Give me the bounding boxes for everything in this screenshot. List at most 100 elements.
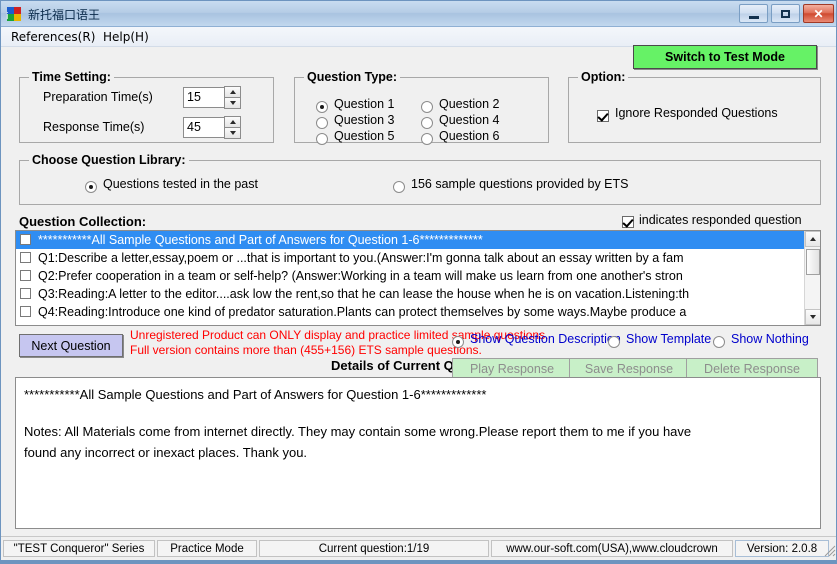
radio-question-4[interactable] — [421, 117, 433, 129]
response-time-down-button[interactable] — [224, 127, 241, 139]
save-response-button[interactable]: Save Response — [569, 358, 689, 379]
menu-bar: References(R) Help(H) — [1, 27, 836, 47]
radio-question-1[interactable] — [316, 101, 328, 113]
next-question-button[interactable]: Next Question — [19, 334, 123, 357]
list-item-checkbox[interactable] — [20, 288, 31, 299]
radio-show-question-description-label: Show Question Description — [470, 332, 621, 346]
maximize-icon — [772, 5, 799, 22]
list-item-checkbox[interactable] — [20, 270, 31, 281]
list-item-text: Q1:Describe a letter,essay,poem or ...th… — [38, 251, 684, 265]
radio-question-4-label: Question 4 — [439, 113, 500, 127]
svg-text:i: i — [6, 12, 9, 22]
status-current-question: Current question:1/19 — [259, 540, 489, 557]
time-setting-legend: Time Setting: — [29, 70, 114, 84]
list-item[interactable]: Q2:Prefer cooperation in a team or self-… — [16, 267, 820, 285]
resize-grip-icon[interactable] — [824, 545, 836, 557]
delete-response-button[interactable]: Delete Response — [686, 358, 818, 379]
radio-show-template[interactable] — [608, 336, 620, 348]
question-collection-listbox[interactable]: ***********All Sample Questions and Part… — [15, 230, 821, 326]
details-body-line-1: Notes: All Materials come from internet … — [24, 424, 692, 439]
radio-question-6-label: Question 6 — [439, 129, 500, 143]
window-title: 新托福口语王 — [28, 8, 101, 22]
switch-to-test-mode-button[interactable]: Switch to Test Mode — [633, 45, 817, 69]
radio-library-ets[interactable] — [393, 181, 405, 193]
window-bottom-border — [1, 560, 836, 563]
radio-library-past[interactable] — [85, 181, 97, 193]
listbox-scrollbar[interactable] — [804, 231, 820, 325]
menu-item-help[interactable]: Help(H) — [97, 29, 155, 45]
title-bar: i 新托福口语王 ✕ — [1, 1, 836, 27]
ignore-responded-label: Ignore Responded Questions — [615, 106, 778, 120]
preparation-time-label: Preparation Time(s) — [43, 90, 153, 104]
close-button[interactable]: ✕ — [803, 4, 834, 23]
response-time-input[interactable]: 45 — [183, 117, 225, 138]
list-item[interactable]: ***********All Sample Questions and Part… — [16, 231, 820, 249]
list-item-checkbox[interactable] — [20, 252, 31, 263]
question-type-legend: Question Type: — [304, 70, 401, 84]
radio-question-3-label: Question 3 — [334, 113, 395, 127]
radio-question-5[interactable] — [316, 133, 328, 145]
minimize-icon — [740, 5, 767, 22]
details-body-line-2: found any incorrect or inexact places. T… — [24, 445, 308, 460]
play-response-button[interactable]: Play Response — [452, 358, 572, 379]
radio-question-2-label: Question 2 — [439, 97, 500, 111]
scroll-up-icon — [810, 237, 816, 241]
chevron-down-icon — [229, 101, 236, 105]
question-library-legend: Choose Question Library: — [29, 153, 189, 167]
window-controls: ✕ — [739, 4, 834, 23]
radio-show-nothing-label: Show Nothing — [731, 332, 809, 346]
details-spacer — [24, 405, 812, 421]
responded-indicator-label: indicates responded question — [639, 213, 802, 227]
responded-indicator-checkbox — [622, 216, 634, 228]
chevron-down-icon — [229, 131, 236, 135]
radio-question-1-label: Question 1 — [334, 97, 395, 111]
details-text-pane[interactable]: ***********All Sample Questions and Part… — [15, 377, 821, 529]
list-item-text: Q2:Prefer cooperation in a team or self-… — [38, 269, 683, 283]
status-series: "TEST Conqueror" Series — [3, 540, 155, 557]
maximize-button[interactable] — [771, 4, 800, 23]
preparation-time-stepper[interactable] — [224, 86, 241, 109]
response-time-stepper[interactable] — [224, 116, 241, 139]
scroll-up-button[interactable] — [805, 231, 820, 247]
option-legend: Option: — [578, 70, 629, 84]
list-item-text: Q3:Reading:A letter to the editor....ask… — [38, 287, 690, 301]
response-time-value: 45 — [187, 120, 201, 134]
list-item-text: Q4:Reading:Introduce one kind of predato… — [38, 305, 687, 319]
radio-question-6[interactable] — [421, 133, 433, 145]
scrollbar-thumb[interactable] — [806, 249, 820, 275]
preparation-time-value: 15 — [187, 90, 201, 104]
radio-show-nothing[interactable] — [713, 336, 725, 348]
application-window: i 新托福口语王 ✕ References(R) Help(H) Switch … — [0, 0, 837, 564]
app-icon: i — [6, 6, 22, 22]
radio-show-question-description[interactable] — [452, 336, 464, 348]
warning-line-2: Full version contains more than (455+156… — [130, 343, 482, 357]
list-item-checkbox[interactable] — [20, 306, 31, 317]
details-heading: ***********All Sample Questions and Part… — [24, 387, 487, 402]
status-website: www.our-soft.com(USA),www.cloudcrown — [491, 540, 733, 557]
menu-item-references[interactable]: References(R) — [5, 29, 101, 45]
radio-question-3[interactable] — [316, 117, 328, 129]
client-area: Switch to Test Mode Time Setting: Prepar… — [1, 45, 836, 536]
close-icon: ✕ — [813, 6, 824, 21]
question-collection-title: Question Collection: — [19, 214, 147, 229]
ignore-responded-checkbox[interactable] — [597, 110, 609, 122]
chevron-up-icon — [229, 120, 236, 124]
minimize-button[interactable] — [739, 4, 768, 23]
status-version: Version: 2.0.8 — [735, 540, 829, 557]
preparation-time-down-button[interactable] — [224, 97, 241, 109]
status-mode: Practice Mode — [157, 540, 257, 557]
chevron-up-icon — [229, 90, 236, 94]
list-item-text: ***********All Sample Questions and Part… — [38, 233, 483, 247]
list-item[interactable]: Q4:Reading:Introduce one kind of predato… — [16, 303, 820, 321]
response-time-label: Response Time(s) — [43, 120, 145, 134]
scroll-down-icon — [810, 315, 816, 319]
list-item-checkbox[interactable] — [20, 234, 31, 245]
scroll-down-button[interactable] — [805, 309, 820, 325]
preparation-time-input[interactable]: 15 — [183, 87, 225, 108]
radio-question-2[interactable] — [421, 101, 433, 113]
radio-question-5-label: Question 5 — [334, 129, 395, 143]
radio-library-past-label: Questions tested in the past — [103, 177, 258, 191]
list-item[interactable]: Q3:Reading:A letter to the editor....ask… — [16, 285, 820, 303]
radio-library-ets-label: 156 sample questions provided by ETS — [411, 177, 629, 191]
list-item[interactable]: Q1:Describe a letter,essay,poem or ...th… — [16, 249, 820, 267]
